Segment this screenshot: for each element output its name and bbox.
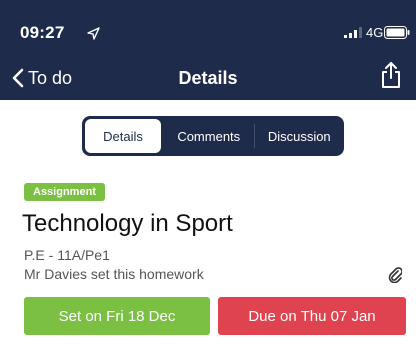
assignment-title: Technology in Sport (22, 210, 233, 237)
location-arrow-icon (87, 27, 100, 40)
share-icon[interactable] (380, 61, 402, 89)
set-date-button[interactable]: Set on Fri 18 Dec (24, 297, 210, 335)
page-title: Details (178, 68, 238, 88)
tab-comments-label: Comments (177, 128, 241, 144)
tab-details[interactable]: Details (85, 119, 161, 153)
status-time: 09:27 (20, 23, 65, 42)
due-date-label: Due on Thu 07 Jan (248, 307, 376, 325)
header-bar: 09:27 4G To do Details (0, 0, 416, 100)
tab-discussion[interactable]: Discussion (255, 116, 345, 156)
tab-details-label: Details (103, 128, 143, 144)
set-by-text: Mr Davies set this homework (24, 266, 204, 282)
segmented-control: Details Comments Discussion (82, 116, 344, 156)
tab-discussion-label: Discussion (267, 128, 331, 144)
battery-icon (384, 26, 410, 39)
paperclip-icon[interactable] (388, 265, 402, 283)
network-label: 4G (366, 25, 384, 40)
due-date-button[interactable]: Due on Thu 07 Jan (218, 297, 406, 335)
set-date-label: Set on Fri 18 Dec (58, 307, 176, 325)
signal-icon (344, 27, 362, 38)
tab-comments[interactable]: Comments (164, 116, 254, 156)
subject-class: P.E - 11A/Pe1 (24, 247, 110, 263)
assignment-badge: Assignment (24, 183, 105, 201)
